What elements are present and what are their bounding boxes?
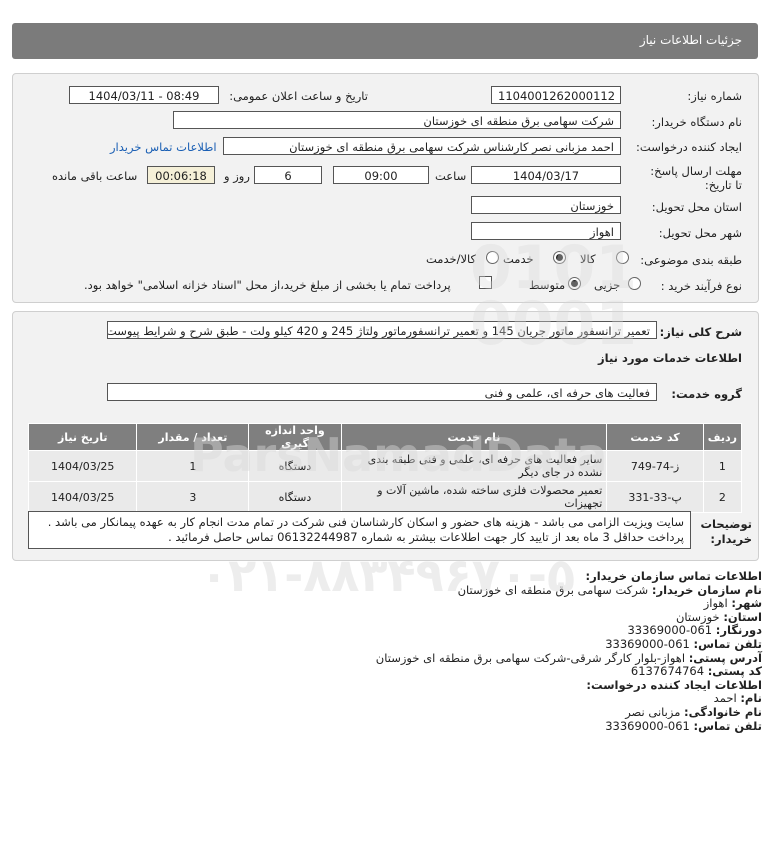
service-group-label: گروه خدمت:	[671, 387, 742, 401]
treasury-payment-checkbox[interactable]	[479, 276, 492, 289]
category-option-goods-service: کالا/خدمت	[426, 252, 477, 266]
col-unit: واحد اندازه گیری	[248, 423, 342, 451]
deadline-date-field: 1404/03/17	[471, 166, 621, 184]
col-service-code: کد خدمت	[606, 423, 704, 451]
buyer-org-field: شرکت سهامی برق منطقه ای خوزستان	[173, 111, 621, 129]
deadline-label: مهلت ارسال پاسخ: تا تاریخ:	[650, 164, 742, 192]
cell-quantity: 1	[136, 450, 250, 482]
contact-address: آدرس پستی: اهواز-بلوار کارگر شرقی-شرکت س…	[375, 650, 762, 665]
services-table: ردیف کد خدمت نام خدمت واحد اندازه گیری ت…	[27, 423, 743, 513]
remaining-time-field: 00:06:18	[147, 166, 215, 184]
summary-label: شرح کلی نیاز:	[659, 325, 742, 339]
buyer-notes-box: سایت ویزیت الزامی می باشد - هزینه های حض…	[28, 511, 691, 549]
creator-first-name: نام: احمد	[713, 691, 762, 706]
process-option-medium: متوسط	[529, 278, 566, 292]
requester-field: احمد مزبانی نصر کارشناس شرکت سهامی برق م…	[223, 137, 621, 155]
cell-quantity: 3	[136, 481, 250, 513]
cell-row: 2	[702, 481, 743, 513]
cell-need-date: 1404/03/25	[27, 481, 138, 513]
cell-service-code: ز-74-749	[606, 450, 704, 482]
contact-section: اطلاعات تماس سازمان خریدار: نام سازمان خ…	[375, 569, 762, 733]
contact-fax: دورنگار: 061-33369000	[627, 623, 762, 638]
process-option-minor: جزیی	[594, 278, 621, 292]
creator-phone: تلفن تماس: 061-33369000	[605, 718, 762, 733]
city-label: شهر محل تحویل:	[658, 226, 742, 240]
cell-service-code: پ-33-331	[606, 481, 704, 513]
category-radio-service[interactable]	[553, 251, 566, 264]
cell-unit: دستگاه	[248, 450, 342, 482]
days-label: روز و	[224, 169, 250, 183]
col-need-date: تاریخ نیاز	[27, 423, 138, 451]
service-group-field: فعالیت های حرفه ای، علمی و فنی	[107, 383, 657, 401]
cell-row: 1	[702, 450, 743, 482]
requester-label: ایجاد کننده درخواست:	[636, 140, 742, 154]
category-radio-goods-service[interactable]	[486, 251, 499, 264]
buyer-contact-link[interactable]: اطلاعات تماس خریدار	[110, 140, 217, 154]
contact-title: اطلاعات تماس سازمان خریدار:	[585, 569, 762, 583]
cell-service-name: سایر فعالیت های حرفه ای، علمی و فنی طبقه…	[340, 450, 608, 482]
table-row: 2 پ-33-331 تعمیر محصولات فلزی ساخته شده،…	[27, 481, 743, 513]
contact-phone: تلفن تماس: 061-33369000	[605, 636, 762, 651]
deadline-time-label: ساعت	[435, 169, 467, 183]
province-field: خوزستان	[471, 196, 621, 214]
process-radio-minor[interactable]	[628, 277, 641, 290]
announce-field: 1404/03/11 - 08:49	[69, 86, 219, 104]
deadline-time-field: 09:00	[333, 166, 429, 184]
need-number-label: شماره نیاز:	[687, 89, 742, 103]
col-service-name: نام خدمت	[340, 423, 608, 451]
need-number-field: 1104001262000112	[491, 86, 621, 104]
remaining-time-label: ساعت باقی مانده	[52, 169, 138, 183]
contact-city: شهر: اهواز	[703, 596, 762, 611]
summary-field: تعمیر ترانسفور ماتور جریان 145 و تعمیر ت…	[107, 321, 657, 339]
contact-province: استان: خوزستان	[675, 609, 762, 624]
category-radio-goods[interactable]	[616, 251, 629, 264]
creator-last-name: نام خانوادگی: مزبانی نصر	[625, 704, 762, 719]
col-row: ردیف	[702, 423, 743, 451]
cell-need-date: 1404/03/25	[27, 450, 138, 482]
table-row: 1 ز-74-749 سایر فعالیت های حرفه ای، علمی…	[27, 450, 743, 482]
page-header: جزئیات اطلاعات نیاز	[12, 23, 758, 59]
category-option-goods: کالا	[580, 252, 596, 266]
services-title: اطلاعات خدمات مورد نیاز	[598, 351, 742, 365]
process-radio-medium[interactable]	[568, 277, 581, 290]
creator-title: اطلاعات ایجاد کننده درخواست:	[586, 677, 762, 692]
category-option-service: خدمت	[503, 252, 534, 266]
contact-postal: کد پستی: 6137674764	[630, 664, 762, 679]
announce-label: تاریخ و ساعت اعلان عمومی:	[229, 89, 368, 103]
days-field: 6	[254, 166, 322, 184]
category-label: طبقه بندی موضوعی:	[640, 253, 742, 267]
province-label: استان محل تحویل:	[651, 200, 742, 214]
cell-unit: دستگاه	[248, 481, 342, 513]
contact-org: نام سازمان خریدار: شرکت سهامی برق منطقه …	[457, 582, 762, 597]
cell-service-name: تعمیر محصولات فلزی ساخته شده، ماشین آلات…	[340, 481, 608, 513]
buyer-org-label: نام دستگاه خریدار:	[651, 115, 742, 129]
col-quantity: تعداد / مقدار	[136, 423, 250, 451]
buyer-notes-label: توضیحات خریدار:	[700, 517, 753, 546]
process-label: نوع فرآیند خرید :	[660, 279, 742, 293]
treasury-payment-note: پرداخت تمام یا بخشی از مبلغ خرید،از محل …	[84, 278, 451, 292]
page-title: جزئیات اطلاعات نیاز	[639, 33, 742, 47]
services-table-header: ردیف کد خدمت نام خدمت واحد اندازه گیری ت…	[27, 423, 743, 451]
city-field: اهواز	[471, 222, 621, 240]
